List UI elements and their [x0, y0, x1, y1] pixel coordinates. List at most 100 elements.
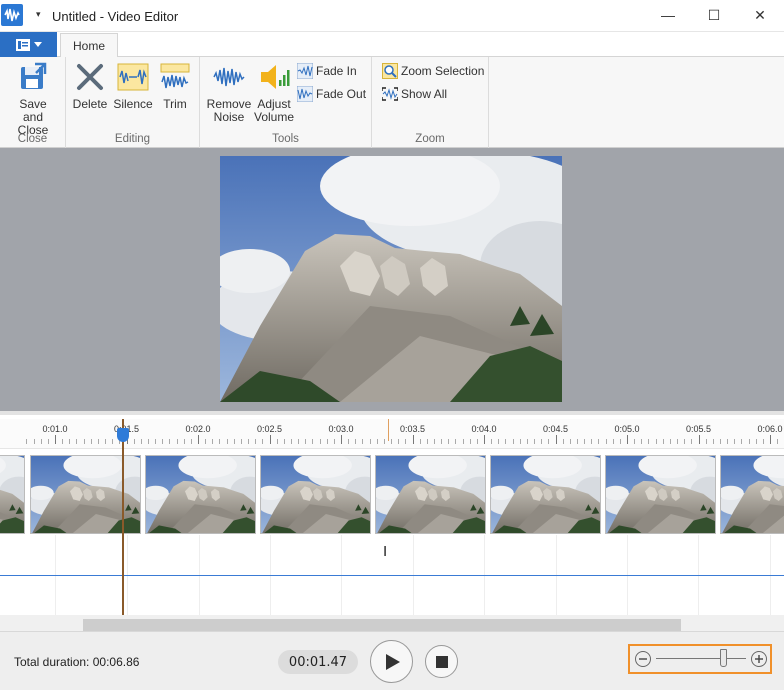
film-frame [30, 455, 141, 534]
delete-button[interactable]: Delete [72, 61, 108, 111]
quick-access-dropdown-icon[interactable]: ▾ [36, 9, 41, 20]
group-label-close: Close [17, 133, 48, 145]
maximize-button[interactable]: ☐ [691, 0, 737, 30]
ruler-tick [763, 439, 764, 444]
playback-bar: Total duration: 00:06.86 00:01.47 [0, 631, 784, 690]
film-frame [720, 455, 784, 534]
file-menu-button[interactable] [0, 32, 57, 57]
show-all-button[interactable]: Show All [382, 84, 447, 104]
adjust-volume-button[interactable]: Adjust Volume [253, 61, 295, 124]
ruler-tick [527, 439, 528, 444]
fade-out-button[interactable]: Fade Out [297, 84, 366, 104]
save-close-icon [17, 61, 49, 93]
ruler-tick [184, 439, 185, 444]
ribbon-group-editing: Delete Silence Trim Editing [66, 57, 200, 148]
video-filmstrip[interactable] [0, 455, 784, 535]
ruler-tick [699, 435, 700, 444]
text-cursor-icon: I [383, 543, 388, 560]
ruler-tick [463, 439, 464, 444]
close-icon: ✕ [754, 6, 766, 23]
trim-button[interactable]: Trim [158, 61, 192, 111]
playhead[interactable] [122, 419, 124, 617]
ruler-tick [34, 439, 35, 444]
ruler-tick [362, 439, 363, 444]
zoom-in-button[interactable] [751, 651, 767, 667]
film-frame [375, 455, 486, 534]
ruler-tick [741, 439, 742, 444]
zoom-selection-button[interactable]: Zoom Selection [382, 61, 484, 81]
ruler-tick [270, 435, 271, 444]
ribbon-group-close: Save and Close Close [0, 57, 66, 148]
remove-noise-button[interactable]: Remove Noise [207, 61, 251, 124]
save-and-close-button[interactable]: Save and Close [8, 61, 58, 137]
ruler-tick [177, 439, 178, 444]
ruler-tick-label: 0:06.0 [757, 424, 783, 434]
video-preview-frame[interactable] [220, 156, 562, 402]
ruler-tick [734, 439, 735, 444]
zoom-slider-track[interactable] [656, 658, 746, 659]
plus-icon [755, 655, 763, 663]
fade-in-button[interactable]: Fade In [297, 61, 357, 81]
tab-home[interactable]: Home [60, 33, 118, 58]
ruler-tick [155, 439, 156, 444]
play-button[interactable] [370, 640, 413, 683]
ruler-tick [241, 439, 242, 444]
ruler-tick [513, 439, 514, 444]
ribbon-group-zoom: Zoom Selection Show All Zoom [372, 57, 489, 148]
zoom-slider-thumb[interactable] [719, 649, 727, 667]
ruler-tick [749, 439, 750, 444]
ruler-tick [234, 439, 235, 444]
fade-in-icon [297, 63, 313, 79]
ruler-tick [327, 439, 328, 444]
ruler-tick [634, 439, 635, 444]
ruler-tick [691, 439, 692, 444]
ruler-tick [341, 435, 342, 444]
ruler-tick [548, 439, 549, 444]
silence-button[interactable]: Silence [113, 61, 153, 111]
ruler-tick [420, 439, 421, 444]
ruler-tick [134, 439, 135, 444]
ruler-tick [684, 439, 685, 444]
zoom-selection-label: Zoom Selection [401, 64, 485, 78]
video-preview-area [0, 148, 784, 411]
ruler-tick [491, 439, 492, 444]
playhead-handle[interactable] [117, 428, 129, 442]
ruler-tick [405, 439, 406, 444]
stop-button[interactable] [425, 645, 458, 678]
fade-out-icon [297, 86, 313, 102]
app-waveform-icon[interactable] [1, 4, 23, 26]
ruler-tick [727, 439, 728, 444]
ruler-tick [384, 439, 385, 444]
ruler-tick [563, 439, 564, 444]
ruler-tick [520, 439, 521, 444]
ruler-tick [284, 439, 285, 444]
ruler-tick [606, 439, 607, 444]
ruler-tick [434, 439, 435, 444]
ruler-tick [398, 439, 399, 444]
audio-track[interactable] [0, 535, 784, 615]
ruler-tick [448, 439, 449, 444]
scrollbar-thumb[interactable] [83, 619, 681, 631]
ruler-tick [577, 439, 578, 444]
ruler-tick [334, 439, 335, 444]
ruler-tick [505, 439, 506, 444]
ruler-tick-label: 0:01.0 [42, 424, 68, 434]
ruler-tick [370, 439, 371, 444]
ruler-tick [477, 439, 478, 444]
ruler-tick [427, 439, 428, 444]
audio-waveform-line [0, 575, 784, 576]
close-button[interactable]: ✕ [737, 0, 783, 30]
ruler-tick [62, 439, 63, 444]
ruler-tick [627, 435, 628, 444]
film-frame [260, 455, 371, 534]
chevron-down-icon [33, 42, 42, 47]
ruler-tick-label: 0:04.5 [542, 424, 569, 434]
timeline[interactable]: 0:01.00:01.50:02.00:02.50:03.00:03.50:04… [0, 411, 784, 635]
ruler-tick-label: 0:02.0 [185, 424, 211, 434]
ruler-tick [98, 439, 99, 444]
zoom-slider-control [628, 644, 772, 674]
zoom-out-button[interactable] [635, 651, 651, 667]
ruler-tick [162, 439, 163, 444]
minimize-button[interactable]: — [645, 0, 691, 30]
trim-label: Trim [163, 97, 187, 111]
